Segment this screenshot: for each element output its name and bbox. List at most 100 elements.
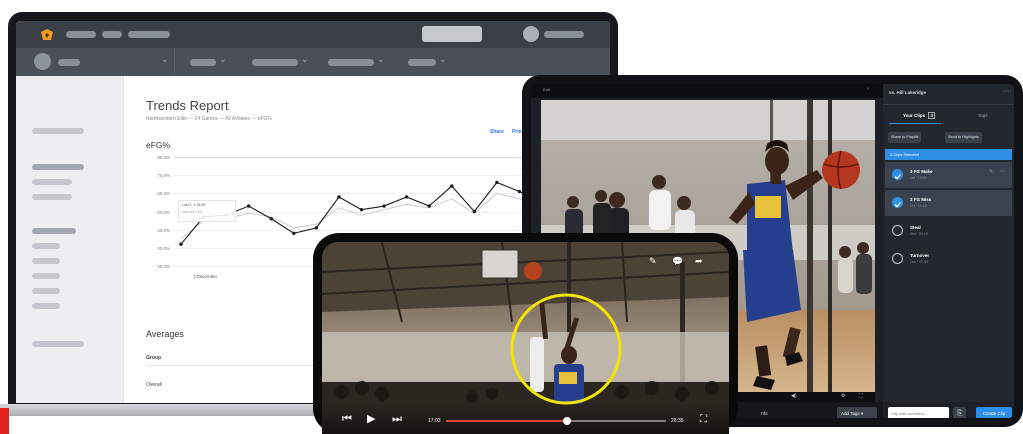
clip-meta: 2nd · 09:15 <box>910 232 928 236</box>
sidebar-item[interactable] <box>32 128 84 134</box>
table-row[interactable]: Overall <box>146 382 162 388</box>
y-tick-label: 30.0% <box>157 246 170 251</box>
time-total: 26:35 <box>671 418 684 424</box>
data-point[interactable] <box>246 204 251 208</box>
share-icon[interactable]: ➦ <box>695 256 703 267</box>
x-tick-label: | December <box>194 274 218 279</box>
data-point[interactable] <box>337 195 341 199</box>
data-point[interactable] <box>517 189 522 194</box>
y-tick-label: 40.0% <box>157 228 170 233</box>
chevron-down-icon: ▾ <box>860 411 864 416</box>
settings-icon[interactable]: ⚙ <box>841 393 845 399</box>
checkbox-icon[interactable] <box>892 253 903 264</box>
edit-icon[interactable]: ✎ <box>989 169 993 175</box>
fullscreen-icon[interactable]: ⛶ <box>859 393 863 399</box>
add-tags-button[interactable]: Add Tags ▾ <box>837 407 877 418</box>
averages-title: Averages <box>146 329 184 339</box>
skip-forward-icon[interactable]: ⏭ <box>392 414 402 425</box>
sidebar-item[interactable] <box>32 228 76 234</box>
play-icon[interactable]: ▶ <box>367 414 375 425</box>
video-topbar: Edit › <box>531 84 883 98</box>
sidebar-item[interactable] <box>32 273 60 279</box>
check-icon[interactable] <box>892 169 903 180</box>
data-point[interactable] <box>359 207 364 212</box>
team-avatar[interactable] <box>34 53 51 70</box>
tooltip-line: Last 1: ± 16.05 <box>182 203 206 207</box>
selection-label: 2 Clips Selected <box>890 152 919 157</box>
send-to-highlights-button[interactable]: Send to Highlights <box>945 132 982 143</box>
clip-item[interactable]: Steal 2nd · 09:15 <box>885 218 1012 244</box>
y-tick-label: 80.0% <box>157 155 170 160</box>
chevron-right-icon[interactable]: › <box>867 86 869 92</box>
share-to-playlist-button[interactable]: Share to Playlist <box>888 132 922 143</box>
panel-title: vs. Hill Lakeridge <box>889 90 927 95</box>
chevron-down-icon[interactable]: ⌄ <box>161 54 169 65</box>
share-link[interactable]: Share <box>490 129 504 135</box>
data-point[interactable] <box>472 209 477 214</box>
sidebar-item[interactable] <box>32 303 60 309</box>
sidebar-item[interactable] <box>32 194 72 200</box>
data-point[interactable] <box>450 184 454 188</box>
check-icon[interactable] <box>892 197 903 208</box>
clip-name: Turnover <box>910 253 930 258</box>
clip-count-badge: 3 <box>928 112 935 119</box>
phone-screen: ✎ 💬 ➦ ⏮ ▶ ⏭ 17:03 26:35 ⛶ <box>322 242 729 434</box>
data-point[interactable] <box>427 204 431 208</box>
volume-icon[interactable]: ◀) <box>791 393 797 399</box>
tab-tags[interactable]: Tags <box>978 113 988 118</box>
progress-track[interactable] <box>446 417 666 425</box>
phone-device: ✎ 💬 ➦ ⏮ ▶ ⏭ 17:03 26:35 ⛶ <box>313 233 738 434</box>
phone-video-controls: ⏮ ▶ ⏭ 17:03 26:35 ⛶ <box>322 404 729 434</box>
fullscreen-icon[interactable]: ⛶ <box>700 414 707 425</box>
comment-input[interactable] <box>888 407 949 418</box>
chevron-down-icon[interactable]: ⌄ <box>377 54 385 65</box>
progress-knob[interactable] <box>563 417 571 425</box>
sidebar-item[interactable] <box>32 243 60 249</box>
data-point[interactable] <box>382 204 386 208</box>
chart-tooltip: Last 1: ± 16.05 Non-Art 0.01 <box>178 200 236 222</box>
add-tags-label: Add Tags <box>841 411 860 416</box>
chevron-down-icon[interactable]: ⌄ <box>439 54 447 65</box>
toolbar-label: nts <box>761 411 768 417</box>
tab-your-clips-label: Your Clips <box>903 113 926 118</box>
y-tick-label: 70.0% <box>157 173 170 178</box>
avatar-icon[interactable] <box>523 26 539 42</box>
app-topbar <box>16 21 610 48</box>
data-point[interactable] <box>292 231 296 235</box>
clip-meta: 1st · 10:42 <box>910 204 927 208</box>
page-title: Trends Report <box>146 98 229 113</box>
draw-icon[interactable]: ✎ <box>649 256 657 267</box>
clip-item[interactable]: Turnover 2nd · 07:33 <box>885 246 1012 272</box>
y-tick-label: 20.0% <box>157 264 170 269</box>
y-tick-label: 60.0% <box>157 191 170 196</box>
logo-icon[interactable] <box>40 28 54 42</box>
clip-item[interactable]: 3 FG Make 1st · 12:08 ✎ ⋯ <box>885 162 1012 188</box>
data-point[interactable] <box>404 195 409 199</box>
data-point[interactable] <box>179 242 183 246</box>
clip-item[interactable]: 2 FG Miss 1st · 10:42 <box>885 190 1012 216</box>
sidebar <box>16 76 124 403</box>
tab-your-clips[interactable]: Your Clips 3 <box>903 112 935 119</box>
report-subtitle: Northwestern Elite — 24 Games — All Athl… <box>146 116 272 122</box>
checkbox-icon[interactable] <box>892 225 903 236</box>
data-point[interactable] <box>269 217 273 221</box>
clip-meta: 2nd · 07:33 <box>910 260 928 264</box>
create-clip-button[interactable]: Create Clip <box>976 407 1012 418</box>
tooltip-line: Non-Art 0.01 <box>182 210 202 214</box>
chevron-down-icon[interactable]: ⌄ <box>301 54 309 65</box>
chevron-down-icon[interactable]: ⌄ <box>219 54 227 65</box>
attach-icon[interactable]: ⎘ <box>953 407 966 418</box>
more-icon[interactable]: ⋯ <box>999 168 1005 175</box>
data-point[interactable] <box>495 180 499 185</box>
topbar-button[interactable] <box>422 26 482 42</box>
comment-icon[interactable]: 💬 <box>672 256 683 267</box>
rewind-icon[interactable]: ⏮ <box>342 414 352 425</box>
more-icon[interactable]: ⋯ <box>1003 88 1009 95</box>
data-point[interactable] <box>314 226 319 230</box>
sidebar-item[interactable] <box>32 341 84 347</box>
sidebar-item[interactable] <box>32 179 72 185</box>
sidebar-item[interactable] <box>32 164 84 170</box>
edit-label[interactable]: Edit <box>543 87 550 92</box>
sidebar-item[interactable] <box>32 258 60 264</box>
sidebar-item[interactable] <box>32 288 60 294</box>
